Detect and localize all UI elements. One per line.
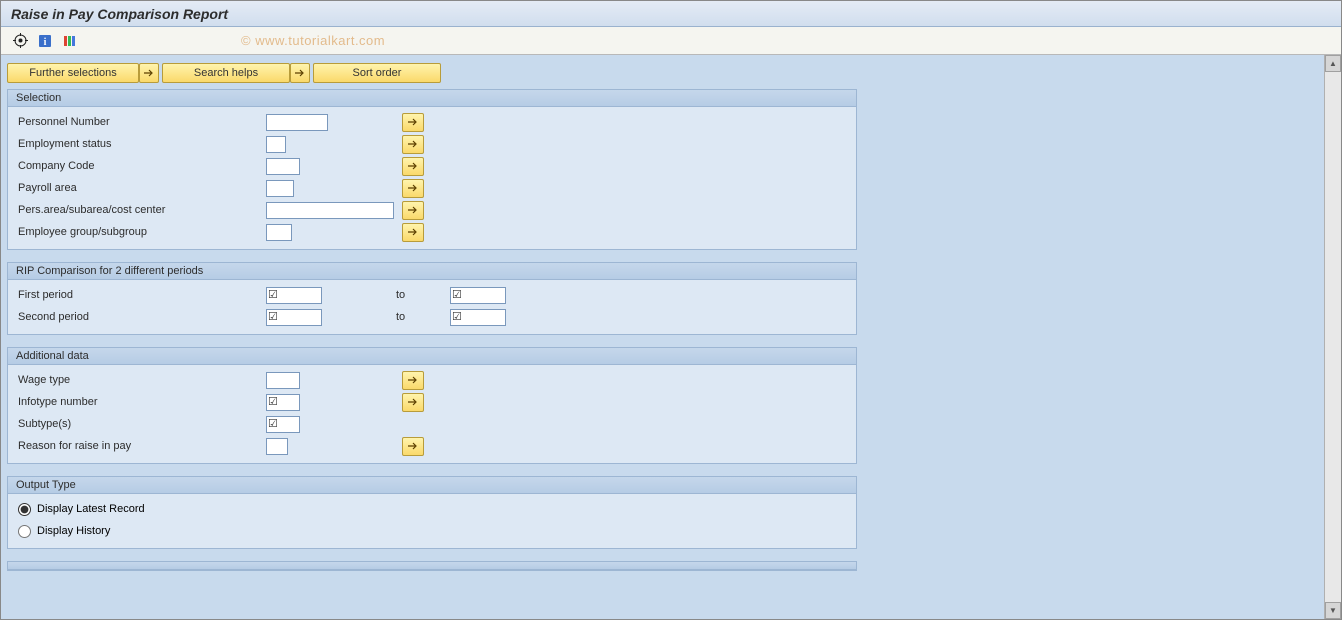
second-period-to-input[interactable] — [450, 309, 506, 326]
second-period-label: Second period — [16, 311, 266, 323]
display-latest-radio[interactable] — [18, 503, 31, 516]
vertical-scrollbar[interactable]: ▲ ▼ — [1324, 55, 1341, 619]
employee-group-input[interactable] — [266, 224, 292, 241]
infotype-number-multiselect[interactable] — [402, 393, 424, 412]
info-icon[interactable]: i — [36, 32, 54, 50]
sort-order-arrow-button[interactable] — [290, 63, 310, 83]
payroll-area-input[interactable] — [266, 180, 294, 197]
company-code-multiselect[interactable] — [402, 157, 424, 176]
further-selections-label: Further selections — [29, 67, 116, 79]
search-helps-label: Search helps — [194, 67, 258, 79]
partial-group — [7, 561, 857, 571]
employment-status-input[interactable] — [266, 136, 286, 153]
company-code-label: Company Code — [16, 160, 266, 172]
employee-group-multiselect[interactable] — [402, 223, 424, 242]
infotype-number-label: Infotype number — [16, 396, 266, 408]
personnel-number-label: Personnel Number — [16, 116, 266, 128]
additional-data-header: Additional data — [8, 348, 856, 365]
content-area: Further selections Search helps Sort ord… — [1, 55, 1324, 619]
subtypes-label: Subtype(s) — [16, 418, 266, 430]
display-history-radio[interactable] — [18, 525, 31, 538]
page-title: Raise in Pay Comparison Report — [11, 6, 228, 22]
display-history-label: Display History — [37, 525, 110, 537]
employment-status-multiselect[interactable] — [402, 135, 424, 154]
reason-input[interactable] — [266, 438, 288, 455]
second-period-from-input[interactable] — [266, 309, 322, 326]
subtypes-input[interactable] — [266, 416, 300, 433]
search-helps-button[interactable]: Search helps — [162, 63, 290, 83]
sort-order-button[interactable]: Sort order — [313, 63, 441, 83]
additional-data-group: Additional data Wage type Infotype numbe… — [7, 347, 857, 464]
first-period-to-label: to — [396, 289, 450, 301]
pers-area-label: Pers.area/subarea/cost center — [16, 204, 266, 216]
reason-multiselect[interactable] — [402, 437, 424, 456]
sort-order-label: Sort order — [353, 67, 402, 79]
display-latest-label: Display Latest Record — [37, 503, 145, 515]
employee-group-label: Employee group/subgroup — [16, 226, 266, 238]
infotype-number-input[interactable] — [266, 394, 300, 411]
output-type-header: Output Type — [8, 477, 856, 494]
first-period-from-input[interactable] — [266, 287, 322, 304]
wage-type-label: Wage type — [16, 374, 266, 386]
company-code-input[interactable] — [266, 158, 300, 175]
action-button-row: Further selections Search helps Sort ord… — [7, 63, 1314, 83]
reason-label: Reason for raise in pay — [16, 440, 266, 452]
partial-group-header — [8, 562, 856, 570]
title-bar: Raise in Pay Comparison Report — [1, 1, 1341, 27]
employment-status-label: Employment status — [16, 138, 266, 150]
first-period-to-input[interactable] — [450, 287, 506, 304]
payroll-area-multiselect[interactable] — [402, 179, 424, 198]
first-period-label: First period — [16, 289, 266, 301]
pers-area-input[interactable] — [266, 202, 394, 219]
pers-area-multiselect[interactable] — [402, 201, 424, 220]
toolbar: i © www.tutorialkart.com — [1, 27, 1341, 55]
execute-icon[interactable] — [11, 32, 29, 50]
svg-text:i: i — [44, 37, 47, 48]
watermark: © www.tutorialkart.com — [241, 33, 385, 48]
columns-icon[interactable] — [61, 32, 79, 50]
wage-type-input[interactable] — [266, 372, 300, 389]
wage-type-multiselect[interactable] — [402, 371, 424, 390]
rip-comparison-header: RIP Comparison for 2 different periods — [8, 263, 856, 280]
personnel-number-multiselect[interactable] — [402, 113, 424, 132]
further-selections-button[interactable]: Further selections — [7, 63, 139, 83]
rip-comparison-group: RIP Comparison for 2 different periods F… — [7, 262, 857, 335]
second-period-to-label: to — [396, 311, 450, 323]
selection-group: Selection Personnel Number Employment st… — [7, 89, 857, 250]
personnel-number-input[interactable] — [266, 114, 328, 131]
output-type-group: Output Type Display Latest Record Displa… — [7, 476, 857, 549]
search-helps-arrow-button[interactable] — [139, 63, 159, 83]
selection-header: Selection — [8, 90, 856, 107]
scroll-up-button[interactable]: ▲ — [1325, 55, 1341, 72]
scroll-down-button[interactable]: ▼ — [1325, 602, 1341, 619]
payroll-area-label: Payroll area — [16, 182, 266, 194]
